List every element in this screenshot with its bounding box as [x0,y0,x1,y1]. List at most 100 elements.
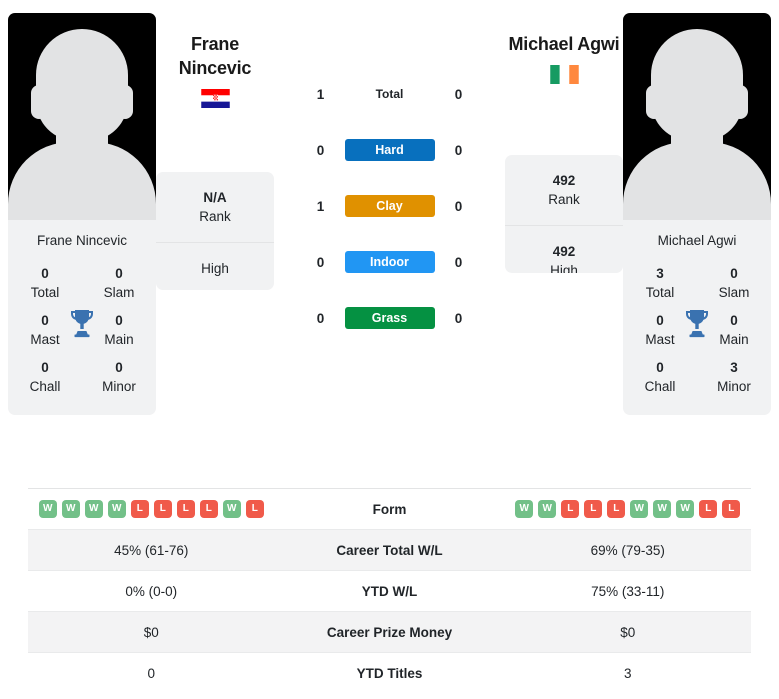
comparison-header: Frane Nincevic 0 Total 0 Slam 0 Mast 0 M… [0,0,779,478]
h2h-label-cell: Hard [342,139,438,161]
left-ytd-wl: 0% (0-0) [125,583,178,599]
title-stat: 0 Slam [82,260,156,307]
avatar-body-icon [623,142,771,220]
left-ytd-titles: 0 [147,666,155,681]
player-comparison-page: Frane Nincevic 0 Total 0 Slam 0 Mast 0 M… [0,0,779,699]
form-badge-win: W [630,500,649,518]
table-row-form: WWWWLLLLWL Form WWLLLWWWLL [28,489,751,530]
h2h-row-hard: 0 Hard 0 [274,122,505,178]
title-stat: 0 Minor [82,354,156,401]
left-info-high-label: High [201,261,229,276]
title-stat-value: 0 [41,266,49,281]
avatar-ear-left-icon [646,85,662,119]
left-player-name-block: Frane Nincevic [156,10,274,128]
h2h-label-cell: Clay [342,195,438,217]
h2h-total-label: Total [375,87,404,101]
title-stat-label: Slam [103,285,135,300]
avatar-ear-left-icon [31,85,47,119]
left-career-prize-money: $0 [143,624,159,640]
form-badge-win: W [515,500,534,518]
form-badge-win: W [653,500,672,518]
ireland-flag-icon [549,65,579,84]
trophy-icon [685,310,709,338]
title-stat: 0 Total [8,260,82,307]
title-stat: 0 Chall [623,354,697,401]
title-stat-value: 0 [41,360,49,375]
h2h-row-indoor: 0 Indoor 0 [274,234,505,290]
h2h-right-score: 0 [454,198,463,214]
form-badge-win: W [676,500,695,518]
right-info-high: 492 High [505,226,623,273]
title-stat-label: Minor [102,379,136,394]
right-career-total-wl: 69% (79-35) [590,542,665,558]
right-player-info-card: 492 Rank 492 High 20 Age Plays [505,155,623,273]
table-row-career-prize-money: $0 Career Prize Money $0 [28,612,751,653]
h2h-row-grass: 0 Grass 0 [274,290,505,346]
title-stat-value: 3 [730,360,738,375]
surface-badge-grass[interactable]: Grass [344,307,435,329]
title-stat-value: 0 [115,360,123,375]
right-ytd-wl: 75% (33-11) [591,583,665,599]
left-info-high: High [156,243,274,290]
title-stat-label: Chall [644,379,676,394]
surface-badge-clay[interactable]: Clay [344,195,435,217]
table-row-career-total-wl: 45% (61-76) Career Total W/L 69% (79-35) [28,530,751,571]
right-ytd-titles: 3 [623,666,632,681]
form-badge-loss: L [199,500,218,518]
title-stat-value: 3 [656,266,664,281]
left-career-total-wl: 45% (61-76) [114,542,189,558]
right-player-titles-grid: 3 Total 0 Slam 0 Mast 0 Main 0 Chall 3 M… [623,260,771,415]
right-player-name-block: Michael Agwi [505,10,623,128]
form-badge-loss: L [130,500,149,518]
title-stat-value: 0 [656,360,664,375]
title-stat-label: Minor [717,379,751,394]
surface-badge-hard[interactable]: Hard [344,139,435,161]
left-player-name-line1: Frane [190,34,240,54]
form-badge-loss: L [584,500,603,518]
h2h-row-clay: 1 Clay 0 [274,178,505,234]
h2h-right-score: 0 [454,254,463,270]
stat-label-career-prize-money: Career Prize Money [326,624,453,640]
form-badge-win: W [222,500,241,518]
stat-label-ytd-titles: YTD Titles [356,666,423,681]
form-badge-loss: L [699,500,718,518]
title-stat: 3 Minor [697,354,771,401]
left-player-titles-grid: 0 Total 0 Slam 0 Mast 0 Main 0 Chall 0 M… [8,260,156,415]
surface-badge-indoor[interactable]: Indoor [344,251,435,273]
h2h-right-score: 0 [454,86,463,102]
form-badge-loss: L [607,500,626,518]
left-info-rank-value: N/A [203,190,227,205]
left-player-name-line2: Nincevic [178,58,252,78]
avatar-ear-right-icon [117,85,133,119]
h2h-label-cell: Total [342,87,438,101]
left-player-photo-caption: Frane Nincevic [36,233,128,248]
title-stat-label: Chall [29,379,61,394]
title-stat-value: 0 [730,266,738,281]
h2h-right-score: 0 [454,142,463,158]
avatar-ear-right-icon [732,85,748,119]
title-stat-label: Slam [718,285,750,300]
form-badge-win: W [61,500,80,518]
form-badge-win: W [538,500,557,518]
h2h-left-score: 1 [316,198,325,214]
form-badge-loss: L [561,500,580,518]
title-stat-value: 0 [115,266,123,281]
trophy-icon [70,310,94,338]
title-stat: 0 Chall [8,354,82,401]
form-badge-win: W [38,500,57,518]
h2h-right-score: 0 [454,310,463,326]
avatar-body-icon [8,142,156,220]
right-form-badges: WWLLLWWWLL [505,500,752,518]
stat-label-ytd-wl: YTD W/L [361,583,418,599]
stat-label-form: Form [372,501,407,517]
right-player-photo-card[interactable]: Michael Agwi 3 Total 0 Slam 0 Mast 0 Mai… [623,13,771,415]
title-stat: 0 Slam [697,260,771,307]
table-row-ytd-titles: 0 YTD Titles 3 [28,653,751,694]
left-player-photo-card[interactable]: Frane Nincevic 0 Total 0 Slam 0 Mast 0 M… [8,13,156,415]
left-info-rank: N/A Rank [156,172,274,243]
form-badge-win: W [107,500,126,518]
title-stat-label: Total [30,285,60,300]
right-career-prize-money: $0 [620,624,636,640]
h2h-left-score: 0 [316,142,325,158]
right-info-rank-value: 492 [552,173,576,188]
